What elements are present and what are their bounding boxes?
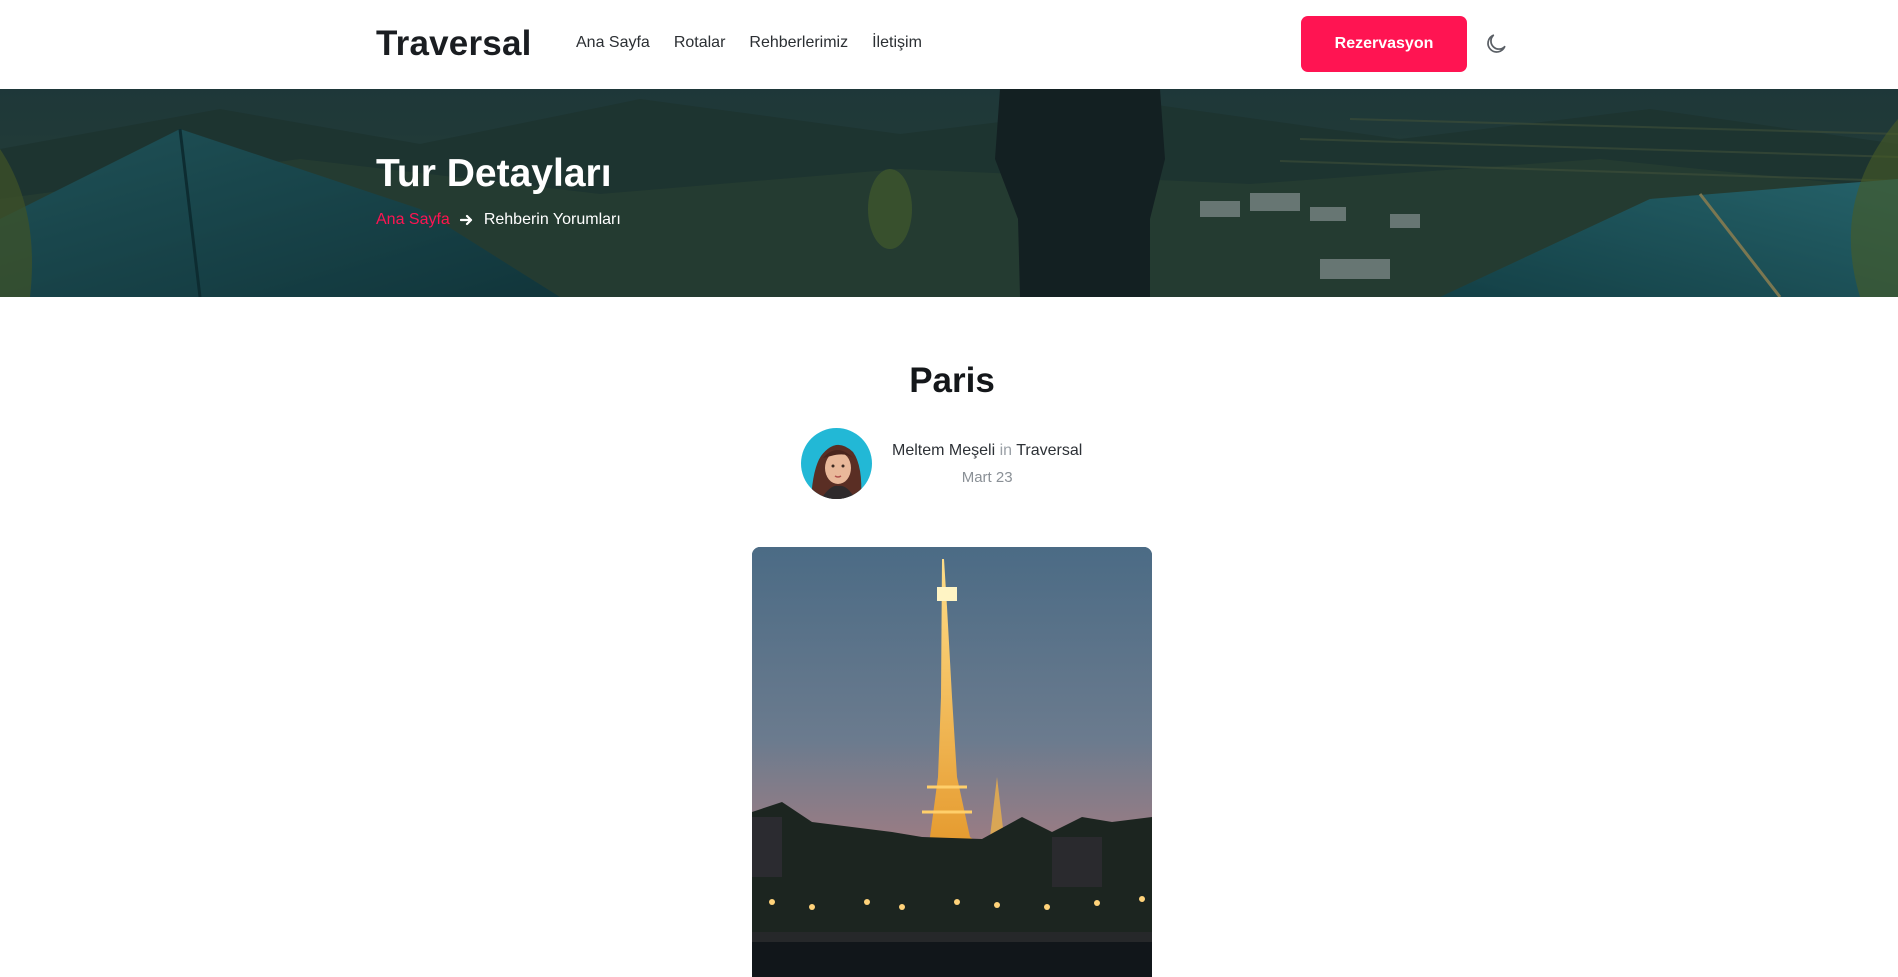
nav-link-home[interactable]: Ana Sayfa <box>576 34 650 52</box>
author-block: Meltem Meşeli in Traversal Mart 23 <box>801 428 1082 499</box>
page-title: Tur Detayları <box>376 152 612 195</box>
navbar: Traversal Ana Sayfa Rotalar Rehberlerimi… <box>0 0 1898 89</box>
post-title: Paris <box>909 361 995 400</box>
author-line: Meltem Meşeli in Traversal <box>892 442 1082 460</box>
hero-overlay <box>0 89 1898 297</box>
nav-link-routes[interactable]: Rotalar <box>674 34 726 52</box>
breadcrumb-home-link[interactable]: Ana Sayfa <box>376 211 450 229</box>
author-site[interactable]: Traversal <box>1016 442 1082 459</box>
moon-icon[interactable] <box>1483 31 1509 57</box>
nav-link-contact[interactable]: İletişim <box>872 34 922 52</box>
breadcrumb: Ana Sayfa Rehberin Yorumları <box>376 211 621 229</box>
author-connector: in <box>999 441 1013 459</box>
arrow-right-icon <box>459 213 474 227</box>
reservation-button[interactable]: Rezervasyon <box>1301 16 1467 72</box>
author-name[interactable]: Meltem Meşeli <box>892 442 995 459</box>
avatar[interactable] <box>801 428 872 499</box>
eiffel-tower-photo <box>752 547 1152 977</box>
breadcrumb-current: Rehberin Yorumları <box>483 211 621 228</box>
post-date: Mart 23 <box>961 468 1013 486</box>
nav-link-guides[interactable]: Rehberlerimiz <box>749 34 848 52</box>
main-nav: Ana Sayfa Rotalar Rehberlerimiz İletişim <box>576 34 922 52</box>
author-meta: Meltem Meşeli in Traversal Mart 23 <box>892 442 1082 486</box>
page-hero: Tur Detayları Ana Sayfa Rehberin Yorumla… <box>0 89 1898 297</box>
brand-logo[interactable]: Traversal <box>376 24 532 64</box>
